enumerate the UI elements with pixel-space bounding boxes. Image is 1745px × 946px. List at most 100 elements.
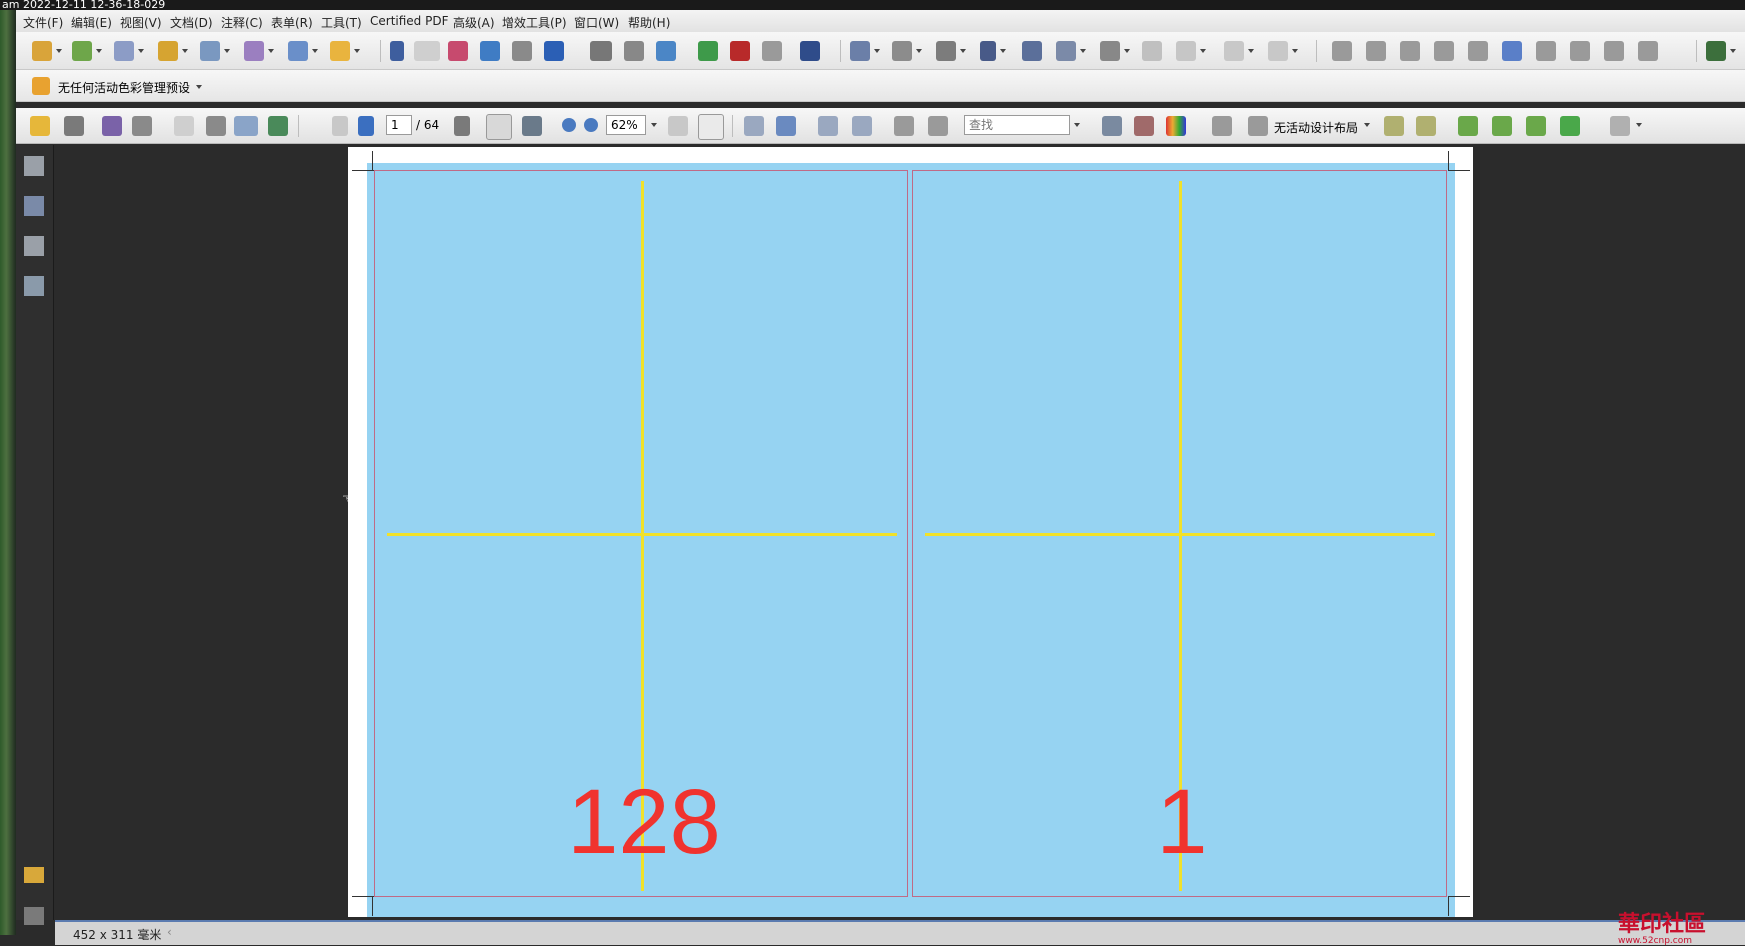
menu-edit[interactable]: 编辑(E) — [71, 14, 112, 31]
comments-panel-icon[interactable] — [24, 867, 44, 883]
transparency-icon[interactable] — [1570, 41, 1590, 61]
email-icon[interactable] — [102, 116, 122, 136]
touchup-icon[interactable] — [1134, 116, 1154, 136]
pattern-icon[interactable] — [1526, 116, 1546, 136]
comment-icon[interactable] — [330, 41, 350, 61]
page-box-icon[interactable] — [1102, 116, 1122, 136]
rotate-right-icon[interactable] — [928, 116, 948, 136]
layout-grid-icon[interactable] — [1212, 116, 1232, 136]
chevron-down-icon[interactable] — [874, 49, 880, 53]
chevron-down-icon[interactable] — [96, 49, 102, 53]
menu-document[interactable]: 文档(D) — [170, 14, 213, 31]
globe-icon[interactable] — [698, 41, 718, 61]
chevron-down-icon[interactable] — [1074, 123, 1080, 127]
attach-icon[interactable] — [512, 41, 532, 61]
zoom-in-icon[interactable] — [584, 118, 598, 132]
pin-icon[interactable] — [1100, 41, 1120, 61]
menu-file[interactable]: 文件(F) — [23, 14, 63, 31]
menu-window[interactable]: 窗口(W) — [574, 14, 619, 31]
pages-icon[interactable] — [624, 41, 644, 61]
select-arrow-icon[interactable] — [390, 41, 404, 61]
chevron-down-icon[interactable] — [354, 49, 360, 53]
chevron-down-icon[interactable] — [268, 49, 274, 53]
sign-pen-icon[interactable] — [200, 41, 220, 61]
chevron-down-icon[interactable] — [1364, 123, 1370, 127]
multimedia-icon[interactable] — [288, 41, 308, 61]
magnet-icon[interactable] — [448, 41, 468, 61]
layers-icon[interactable] — [24, 236, 44, 256]
envelope-icon[interactable] — [234, 116, 258, 136]
design-layout-dropdown[interactable]: 无活动设计布局 — [1274, 119, 1358, 136]
film-icon[interactable] — [800, 41, 820, 61]
attachments-icon[interactable] — [24, 907, 44, 925]
trap-icon[interactable] — [1638, 41, 1658, 61]
signatures-icon[interactable] — [24, 276, 44, 296]
select-object-icon[interactable] — [850, 41, 870, 61]
menu-comments[interactable]: 注释(C) — [221, 14, 263, 31]
text-field-icon[interactable] — [590, 41, 612, 61]
save-as-icon[interactable] — [206, 116, 226, 136]
zoom-level-input[interactable] — [606, 115, 646, 135]
chevron-down-icon[interactable] — [56, 49, 62, 53]
panel-options-icon[interactable] — [1610, 116, 1630, 136]
text-select-icon[interactable] — [454, 116, 470, 136]
next-page-icon[interactable] — [358, 116, 374, 136]
create-pdf-icon[interactable] — [32, 41, 52, 61]
chevron-down-icon[interactable] — [651, 123, 657, 127]
share-icon[interactable] — [268, 116, 288, 136]
camera-icon[interactable] — [1604, 41, 1624, 61]
chevron-down-icon[interactable] — [182, 49, 188, 53]
full-screen-icon[interactable] — [776, 116, 796, 136]
filter-icon[interactable] — [1468, 41, 1488, 61]
page-number-input[interactable] — [386, 115, 412, 135]
link-icon[interactable] — [1268, 41, 1288, 61]
chevron-down-icon[interactable] — [1000, 49, 1006, 53]
text-touchup-icon[interactable] — [980, 41, 996, 61]
chevron-down-icon[interactable] — [960, 49, 966, 53]
menu-certified-pdf[interactable]: Certified PDF — [370, 14, 449, 28]
convert-colors-icon[interactable] — [1400, 41, 1420, 61]
edit-form-icon[interactable] — [656, 41, 676, 61]
hand-tool-icon[interactable] — [486, 114, 512, 140]
chevron-down-icon[interactable] — [312, 49, 318, 53]
open-folder-icon[interactable] — [30, 116, 50, 136]
ink-manager-icon[interactable] — [1434, 41, 1454, 61]
combine-files-icon[interactable] — [72, 41, 92, 61]
menu-help[interactable]: 帮助(H) — [628, 14, 670, 31]
output-preview-icon[interactable] — [1502, 41, 1522, 61]
grid-hash-icon[interactable] — [1384, 116, 1404, 136]
chevron-down-icon[interactable] — [1636, 123, 1642, 127]
fit-page-icon[interactable] — [698, 114, 724, 140]
menu-tools[interactable]: 工具(T) — [321, 14, 362, 31]
print-production-icon[interactable] — [1536, 41, 1556, 61]
two-up-icon[interactable] — [818, 116, 838, 136]
zoom-tool-icon[interactable] — [522, 116, 542, 136]
continuous-icon[interactable] — [852, 116, 872, 136]
previous-page-icon[interactable] — [332, 116, 348, 136]
bookmarks-icon[interactable] — [24, 196, 44, 216]
export-icon[interactable] — [114, 41, 134, 61]
flash-icon[interactable] — [730, 41, 750, 61]
chevron-down-icon[interactable] — [1080, 49, 1086, 53]
save-icon[interactable] — [174, 116, 194, 136]
forms-icon[interactable] — [244, 41, 264, 61]
print-icon[interactable] — [64, 116, 84, 136]
clipboard-icon[interactable] — [132, 116, 152, 136]
color-preset-dropdown[interactable]: 无任何活动色彩管理预设 — [58, 79, 190, 96]
chevron-down-icon[interactable] — [1124, 49, 1130, 53]
table-icon[interactable] — [1176, 41, 1196, 61]
menu-plugins[interactable]: 增效工具(P) — [502, 14, 567, 31]
measure-icon[interactable] — [1224, 41, 1244, 61]
chevron-down-icon[interactable] — [1730, 49, 1736, 53]
scroll-left-icon[interactable]: ‹ — [167, 925, 172, 939]
chevron-down-icon[interactable] — [916, 49, 922, 53]
shapes-icon[interactable] — [1056, 41, 1076, 61]
font-icon[interactable] — [1022, 41, 1042, 61]
grid-icon[interactable] — [1416, 116, 1436, 136]
menu-view[interactable]: 视图(V) — [120, 14, 162, 31]
rotate-left-icon[interactable] — [894, 116, 914, 136]
lock-icon[interactable] — [158, 41, 178, 61]
crop-icon[interactable] — [480, 41, 500, 61]
layers-stack-icon[interactable] — [1560, 116, 1580, 136]
ok-button-icon[interactable] — [414, 41, 440, 61]
